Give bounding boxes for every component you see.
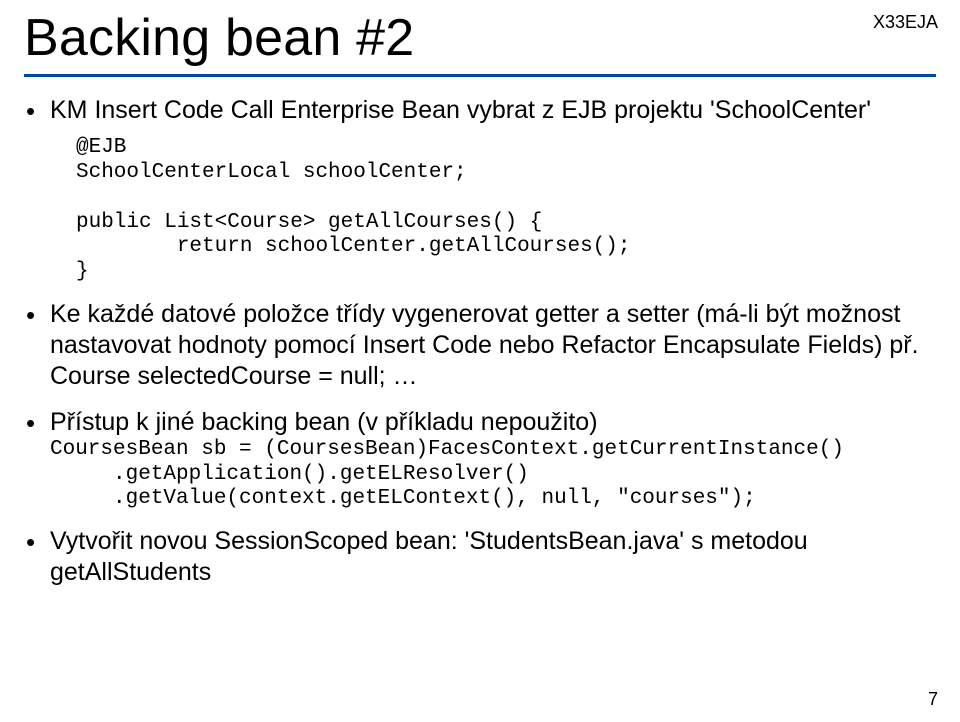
bullet-item: Ke každé datové položce třídy vygenerova… — [24, 299, 936, 393]
slide: X33EJA Backing bean #2 KM Insert Code Ca… — [0, 8, 960, 722]
course-tag: X33EJA — [873, 12, 938, 33]
bullet-item: KM Insert Code Call Enterprise Bean vybr… — [24, 95, 936, 285]
code-block: CoursesBean sb = (CoursesBean)FacesConte… — [50, 438, 936, 512]
bullet-text: Přístup k jiné backing bean (v příkladu … — [50, 407, 936, 438]
bullet-text: Ke každé datové položce třídy vygenerova… — [50, 300, 919, 391]
bullet-item: Vytvořit novou SessionScoped bean: 'Stud… — [24, 526, 936, 589]
bullet-text: Vytvořit novou SessionScoped bean: 'Stud… — [50, 527, 808, 586]
bullet-item: Přístup k jiné backing bean (v příkladu … — [24, 407, 936, 513]
page-number: 7 — [928, 689, 938, 710]
title-rule — [24, 74, 936, 77]
bullet-list: KM Insert Code Call Enterprise Bean vybr… — [24, 95, 936, 589]
code-block: @EJB SchoolCenterLocal schoolCenter; pub… — [76, 136, 936, 285]
slide-title: Backing bean #2 — [24, 8, 936, 68]
bullet-text: KM Insert Code Call Enterprise Bean vybr… — [50, 96, 871, 124]
